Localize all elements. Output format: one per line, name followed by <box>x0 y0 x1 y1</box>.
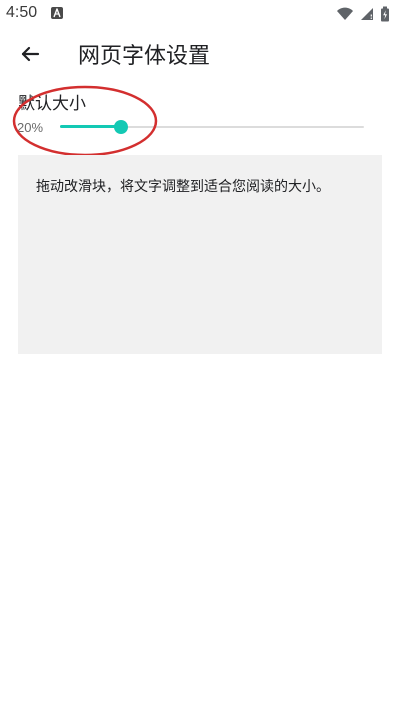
status-bar: 4:50 <box>0 0 400 28</box>
preview-box: 拖动改滑块，将文字调整到适合您阅读的大小。 <box>18 155 382 354</box>
screen: 4:50 网页字体设置 默认大小 20% 拖动改滑块，将文字调整到适合您阅读的大… <box>0 0 400 711</box>
slider-thumb[interactable] <box>113 120 128 134</box>
slider-percent-text: 20% <box>17 120 44 135</box>
slider-fill <box>60 125 121 128</box>
status-time: 4:50 <box>6 4 38 21</box>
font-size-slider[interactable] <box>60 114 364 140</box>
top-app-bar: 网页字体设置 <box>0 28 400 80</box>
preview-text: 拖动改滑块，将文字调整到适合您阅读的大小。 <box>36 179 330 195</box>
wifi-icon <box>337 7 353 20</box>
status-icons <box>336 6 390 22</box>
arrow-left-icon <box>21 46 40 62</box>
a-letter-icon <box>51 7 63 19</box>
default-size-label: 默认大小 <box>18 94 86 114</box>
back-button[interactable] <box>12 38 48 70</box>
page-title: 网页字体设置 <box>78 44 211 69</box>
cell-signal-icon <box>361 8 373 20</box>
battery-icon <box>381 6 389 22</box>
